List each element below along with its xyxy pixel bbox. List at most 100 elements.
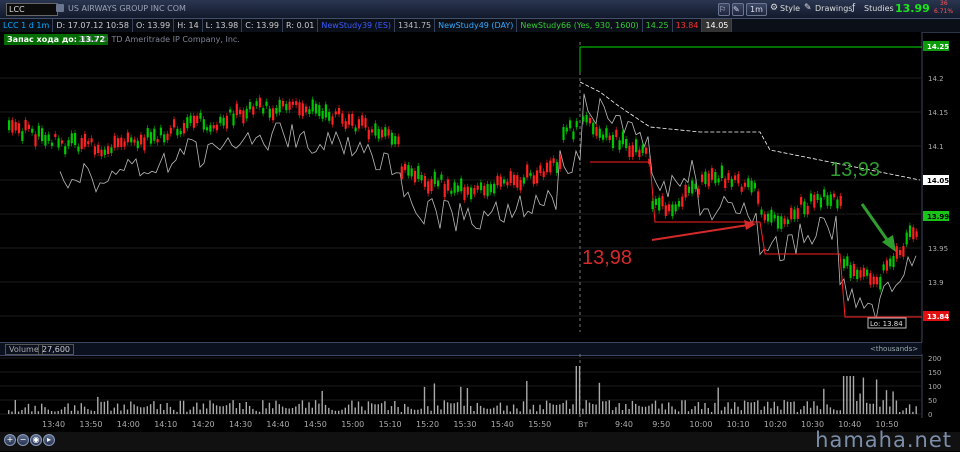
- candle-body: [176, 128, 179, 136]
- volume-bar: [103, 401, 106, 414]
- candle-body: [196, 115, 199, 124]
- candle-body: [730, 178, 733, 187]
- candle-body: [252, 106, 255, 115]
- candle-body: [374, 123, 377, 136]
- drawings-icon[interactable]: ✎: [804, 3, 812, 13]
- annotation-red-text: 13,98: [582, 247, 632, 269]
- candle-body: [915, 231, 918, 237]
- volume-bar: [87, 409, 89, 414]
- price-tick-label: 14.15: [928, 109, 948, 117]
- candle-body: [519, 180, 522, 191]
- candle-body: [77, 146, 80, 152]
- volume-bar: [773, 401, 775, 414]
- volume-bar: [156, 409, 158, 414]
- candle-body: [397, 136, 400, 145]
- volume-bar: [60, 409, 63, 414]
- volume-bar: [423, 386, 426, 414]
- zoom-in-icon[interactable]: +: [4, 434, 16, 446]
- volume-bar: [463, 405, 465, 414]
- candle-body: [351, 113, 354, 126]
- candle-body: [367, 129, 370, 140]
- volume-bar: [318, 403, 320, 414]
- candle-body: [225, 115, 228, 129]
- volume-bar: [301, 400, 304, 414]
- candle-body: [532, 175, 535, 185]
- volume-bar: [592, 404, 594, 414]
- zoom-reset-icon[interactable]: ◉: [30, 434, 42, 446]
- volume-bar: [569, 408, 571, 414]
- candle-body: [522, 177, 525, 184]
- volume-bar: [859, 393, 861, 414]
- wrench-icon[interactable]: ✎: [732, 3, 744, 16]
- drawings-button[interactable]: Drawings: [815, 4, 852, 13]
- candle-body: [110, 147, 113, 154]
- link-icon[interactable]: ⚐: [718, 3, 730, 16]
- volume-bar: [889, 406, 891, 414]
- annotation-green-text: 13,93: [830, 159, 880, 181]
- symbol-input[interactable]: LCC: [6, 3, 58, 16]
- candle-body: [268, 108, 271, 118]
- volume-bar: [64, 406, 66, 414]
- candle-body: [677, 200, 681, 207]
- volume-bar: [407, 406, 409, 414]
- candle-body: [740, 186, 743, 192]
- volume-bar: [763, 406, 766, 414]
- studies-button[interactable]: Studies: [864, 4, 894, 13]
- candle-body: [450, 190, 453, 194]
- volume-bar: [512, 404, 515, 414]
- candle-body: [466, 186, 469, 195]
- studies-icon[interactable]: ƒ: [852, 3, 855, 13]
- volume-chart[interactable]: 200 150 100 50 0: [0, 342, 960, 418]
- volume-bar: [635, 403, 637, 414]
- candle-body: [179, 131, 182, 135]
- volume-bar: [908, 404, 911, 414]
- volume-bar: [522, 401, 525, 414]
- volume-bar: [245, 401, 247, 414]
- volume-bar: [308, 402, 310, 414]
- chevron-down-icon[interactable]: [56, 4, 64, 12]
- volume-bar: [562, 402, 564, 414]
- candle-body: [902, 246, 905, 257]
- interval-button[interactable]: 1m: [746, 3, 767, 16]
- style-button[interactable]: Style: [780, 4, 800, 13]
- candle-body: [338, 107, 341, 115]
- candle-body: [314, 103, 318, 114]
- candle-body: [430, 179, 433, 192]
- volume-bar: [724, 406, 726, 414]
- volume-bar: [869, 403, 871, 414]
- volume-bar: [750, 402, 752, 414]
- candle-body: [905, 232, 908, 245]
- zoom-out-icon[interactable]: −: [17, 434, 29, 446]
- volume-bar: [120, 410, 122, 414]
- volume-bar: [8, 410, 10, 414]
- candle-body: [21, 131, 24, 141]
- chart-settings-icon[interactable]: ⚙: [770, 3, 778, 13]
- volume-bar: [31, 411, 33, 414]
- volume-bar: [578, 366, 581, 414]
- volume-bar: [552, 404, 554, 414]
- volume-bar: [248, 405, 251, 414]
- candle-body: [598, 128, 601, 138]
- volume-bar: [281, 406, 284, 414]
- volume-bar: [661, 403, 663, 414]
- header-high: H: 14: [174, 19, 203, 32]
- volume-bar: [149, 404, 152, 414]
- volume-bar: [361, 406, 363, 414]
- volume-bar: [440, 409, 442, 414]
- candle-body: [569, 120, 572, 129]
- volume-bar: [536, 411, 538, 414]
- header-range: R: 0.01: [283, 19, 319, 32]
- volume-bar: [740, 410, 742, 414]
- volume-bar: [846, 376, 848, 414]
- candle-body: [229, 109, 232, 113]
- candle-body: [305, 106, 308, 113]
- volume-bar: [404, 403, 406, 414]
- candle-body: [8, 120, 11, 131]
- zoom-fit-icon[interactable]: ▸: [43, 434, 55, 446]
- candle-body: [212, 125, 215, 129]
- candle-body: [41, 128, 44, 142]
- candle-body: [796, 208, 799, 219]
- volume-bar: [747, 402, 749, 414]
- price-chart[interactable]: 13,98 13,93 Lo: 13.84 14.2 14.15 14.1 14.05…: [0, 32, 960, 342]
- volume-bar: [809, 407, 812, 414]
